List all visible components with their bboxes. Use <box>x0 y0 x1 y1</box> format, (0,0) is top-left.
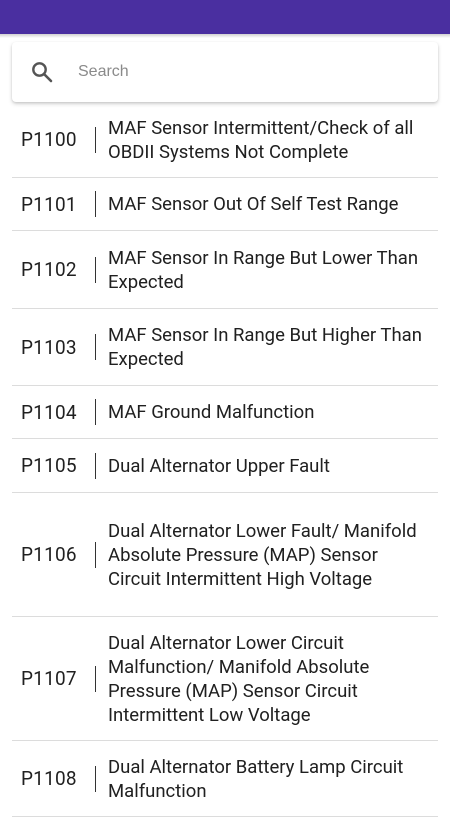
dtc-description: MAF Sensor In Range But Lower Than Expec… <box>108 246 419 293</box>
dtc-description: Dual Alternator Battery Lamp Circuit Mal… <box>108 755 404 802</box>
list-item[interactable]: P1102 MAF Sensor In Range But Lower Than… <box>12 231 438 309</box>
dtc-code: P1108 <box>21 767 77 790</box>
list-item[interactable]: P1103 MAF Sensor In Range But Higher Tha… <box>12 309 438 386</box>
dtc-code: P1105 <box>21 454 77 477</box>
app-bar-shadow <box>0 34 450 38</box>
dtc-code: P1100 <box>21 128 77 151</box>
dtc-description: MAF Sensor In Range But Higher Than Expe… <box>108 324 422 370</box>
app-bar <box>0 0 450 34</box>
list-item[interactable]: P1105 Dual Alternator Upper Fault <box>12 439 438 493</box>
list-item[interactable]: P1101 MAF Sensor Out Of Self Test Range <box>12 178 438 231</box>
dtc-code: P1106 <box>21 543 77 566</box>
search-bar[interactable] <box>12 42 438 102</box>
dtc-code: P1107 <box>21 667 77 690</box>
list-item[interactable]: P1108 Dual Alternator Battery Lamp Circu… <box>12 741 438 817</box>
dtc-description: MAF Sensor Out Of Self Test Range <box>108 193 399 215</box>
dtc-code: P1102 <box>21 258 77 281</box>
dtc-description: Dual Alternator Lower Fault/ Manifold Ab… <box>108 519 417 590</box>
dtc-description: Dual Alternator Upper Fault <box>108 454 330 477</box>
list-item[interactable]: P1104 MAF Ground Malfunction <box>12 386 438 439</box>
list-item[interactable]: P1106 Dual Alternator Lower Fault/ Manif… <box>12 493 438 617</box>
dtc-code: P1101 <box>21 192 77 216</box>
dtc-code: P1104 <box>21 400 77 424</box>
search-input[interactable] <box>78 60 418 84</box>
list-item[interactable]: P1100 MAF Sensor Intermittent/Check of a… <box>12 102 438 178</box>
dtc-code: P1103 <box>21 335 77 359</box>
dtc-code-list: P1100 MAF Sensor Intermittent/Check of a… <box>12 102 438 817</box>
dtc-description: MAF Ground Malfunction <box>108 401 315 423</box>
dtc-description: Dual Alternator Lower Circuit Malfunctio… <box>108 631 370 726</box>
search-icon[interactable] <box>30 60 54 84</box>
list-item[interactable]: P1107 Dual Alternator Lower Circuit Malf… <box>12 617 438 741</box>
dtc-description: MAF Sensor Intermittent/Check of all OBD… <box>108 116 414 163</box>
